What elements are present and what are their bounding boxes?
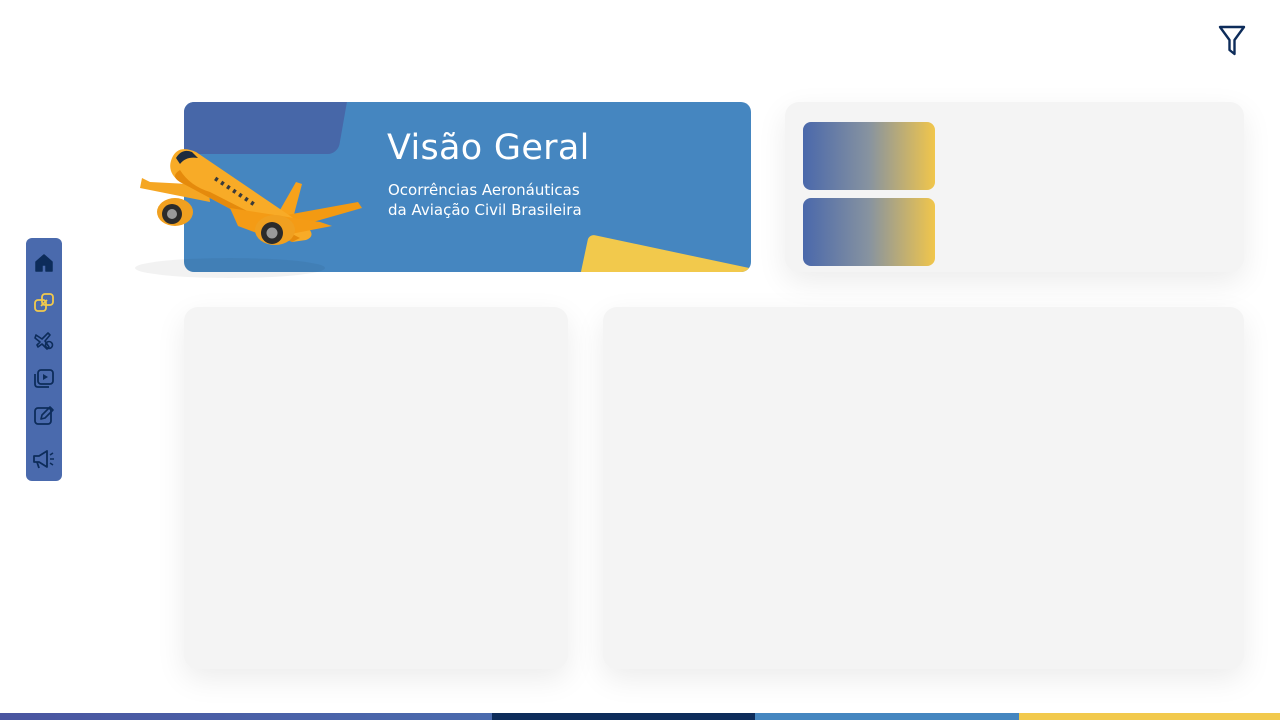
home-icon — [35, 254, 53, 272]
filter-button[interactable] — [1214, 22, 1250, 60]
edit-note-icon — [34, 406, 54, 425]
megaphone-icon — [33, 450, 54, 469]
page-title: Visão Geral — [387, 128, 590, 168]
right-content-card — [603, 307, 1244, 669]
nav-item-media[interactable] — [26, 363, 62, 393]
filter-icon — [1218, 25, 1246, 56]
side-nav — [26, 238, 62, 481]
subtitle-line-1: Ocorrências Aeronáuticas — [388, 181, 580, 199]
stripe-segment-blue — [0, 713, 492, 720]
nav-item-edit[interactable] — [26, 401, 62, 431]
nav-item-announcements[interactable] — [26, 444, 62, 474]
banner-decoration-bottom — [574, 234, 751, 272]
nav-item-aircraft[interactable] — [26, 326, 62, 356]
kpi-tile-2 — [803, 198, 935, 266]
airplane-illustration — [135, 149, 362, 278]
stripe-segment-navy — [492, 713, 755, 720]
aircraft-gear-icon — [34, 332, 54, 350]
stripe-segment-yellow — [1019, 713, 1280, 720]
nav-item-home[interactable] — [26, 248, 62, 278]
overview-link-icon — [34, 293, 54, 312]
footer-color-stripe — [0, 713, 1280, 720]
media-gallery-icon — [34, 369, 54, 388]
stripe-segment-light-blue — [755, 713, 1019, 720]
left-content-card — [184, 307, 568, 669]
subtitle-line-2: da Aviação Civil Brasileira — [388, 201, 582, 219]
nav-item-overview[interactable] — [26, 288, 62, 318]
page-subtitle: Ocorrências Aeronáuticas da Aviação Civi… — [388, 180, 582, 220]
kpi-tile-1 — [803, 122, 935, 190]
